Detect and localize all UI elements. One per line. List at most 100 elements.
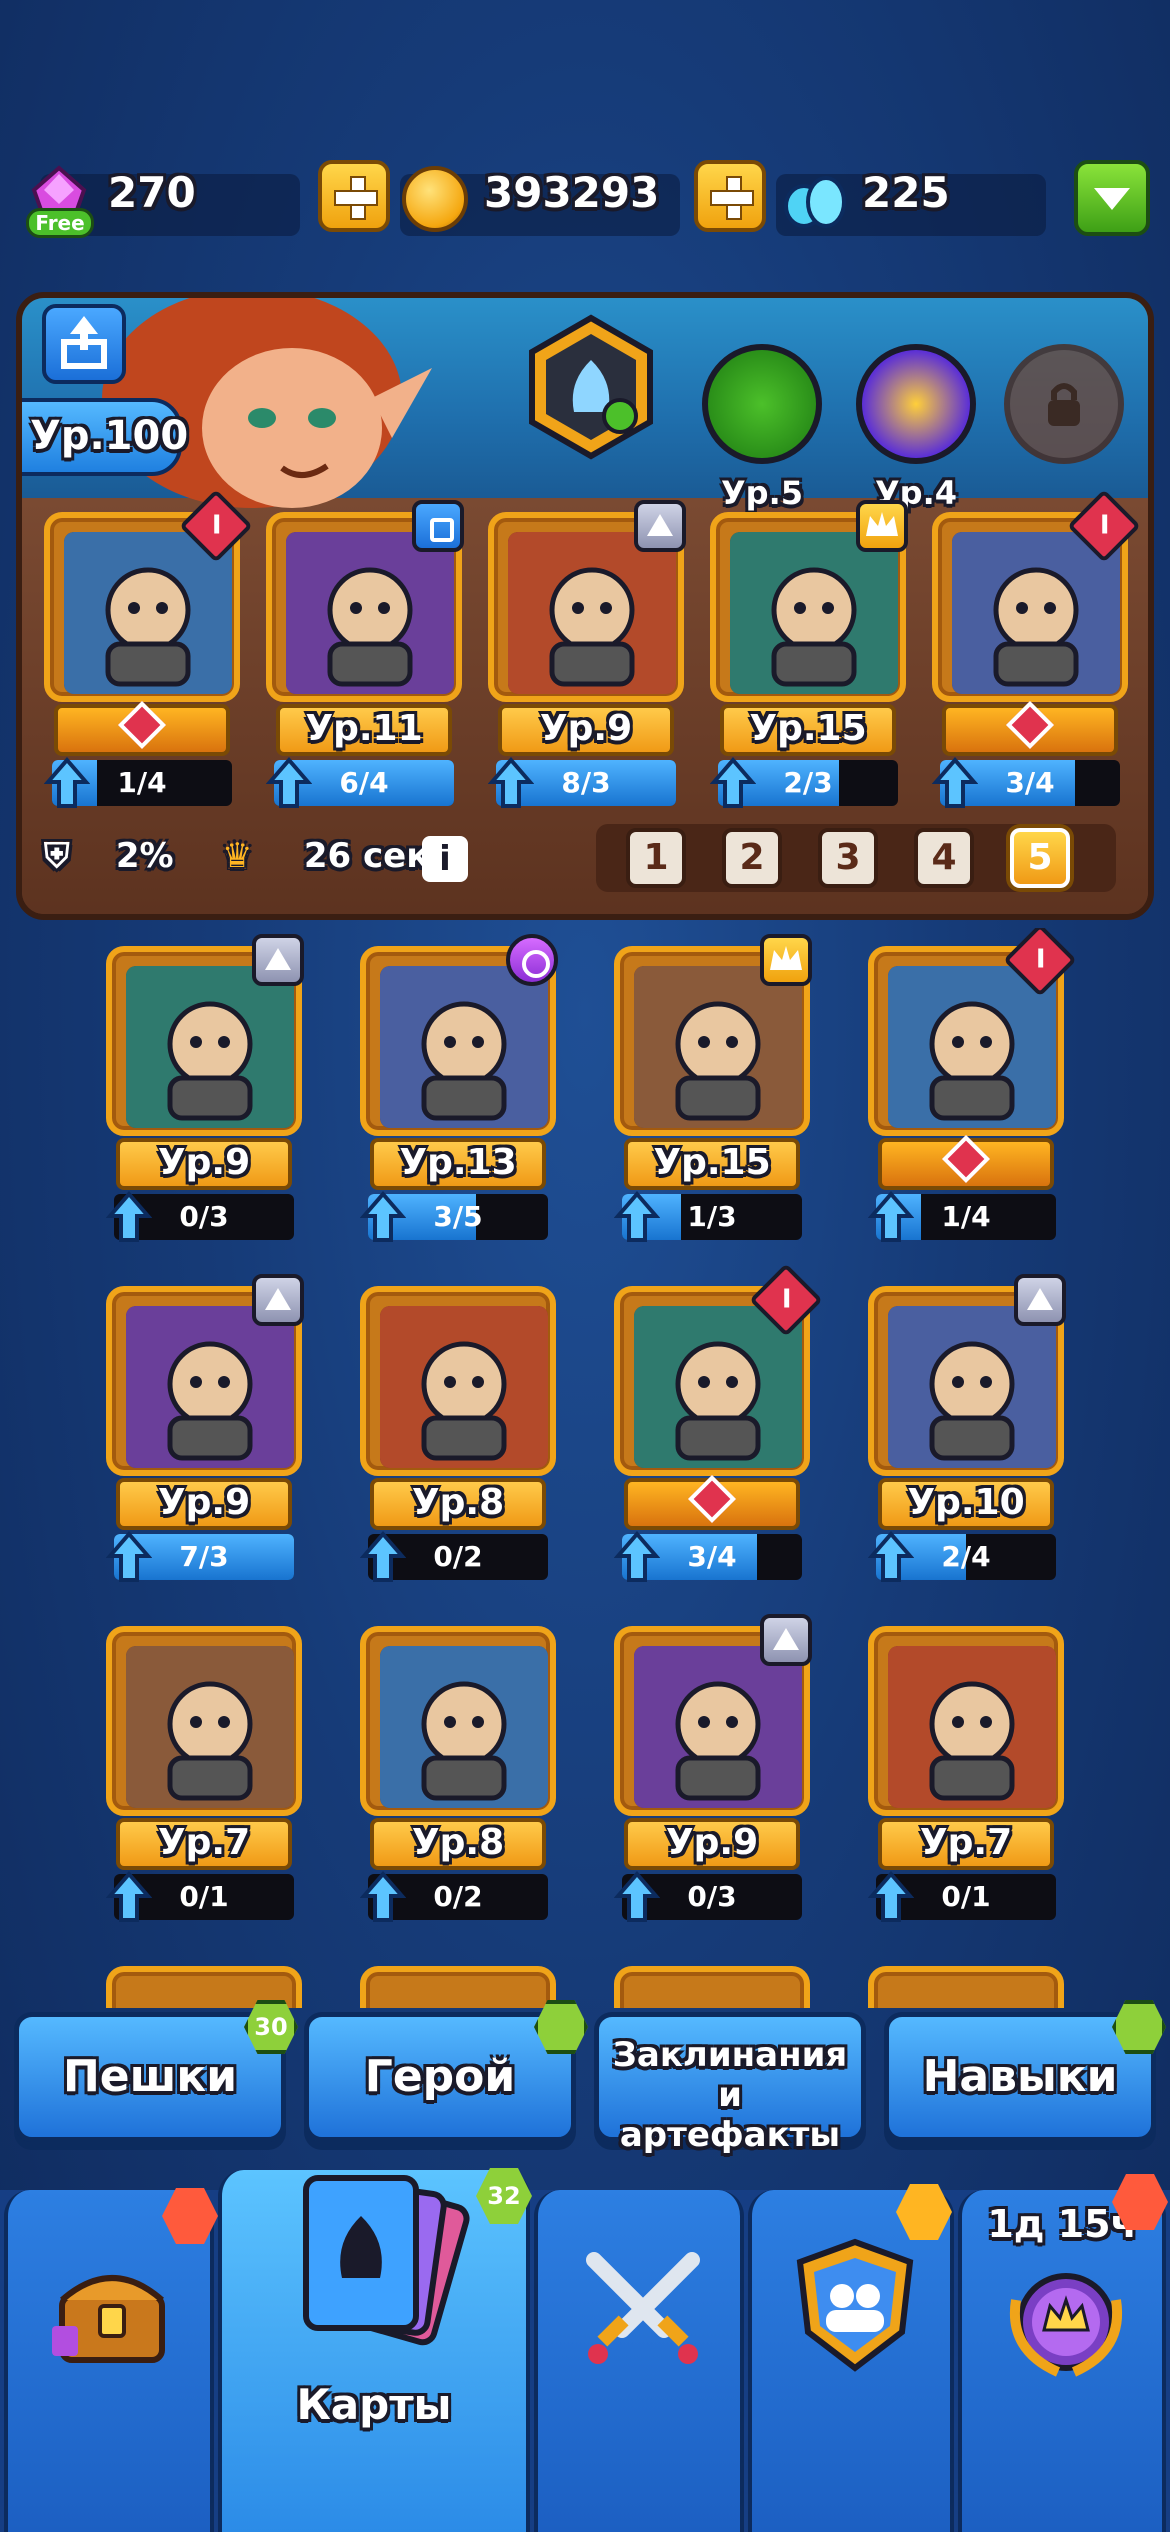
deck-page-button-4[interactable]: 4 <box>914 828 974 888</box>
unit-portrait-icon <box>730 532 898 694</box>
unit-portrait-icon <box>634 1306 802 1468</box>
upgrade-arrow-icon <box>106 1190 152 1242</box>
cards-count-badge: 32 <box>476 2168 532 2224</box>
upgrade-arrow-icon <box>106 1530 152 1582</box>
card-frame <box>360 1626 556 1816</box>
coin-icon <box>402 166 468 232</box>
player-level-badge: Ур.100 <box>22 398 188 476</box>
unit-portrait-icon <box>888 1306 1056 1468</box>
tab-skills-label: Навыки <box>922 2051 1118 2102</box>
card-frame <box>360 1286 556 1476</box>
upgrade-arrow-icon <box>868 1870 914 1922</box>
cards-icon <box>303 2175 470 2346</box>
dropdown-menu-button[interactable] <box>1074 160 1150 236</box>
card-level: Ур.9 <box>116 1138 292 1190</box>
rarity-badge-icon <box>760 1614 812 1666</box>
skill-slot-1-level: Ур.5 <box>721 474 803 512</box>
gems-value: 270 <box>108 168 196 217</box>
upgrade-arrow-icon <box>106 1870 152 1922</box>
skill-slot-1[interactable]: Ур.5 <box>702 344 822 512</box>
tab-hero[interactable]: Герой <box>304 2012 576 2142</box>
laurel-crown-icon <box>1009 2273 1123 2377</box>
bottom-navigation: 32 Карты 1д 15ч <box>0 2168 1170 2532</box>
nav-events[interactable]: 1д 15ч <box>958 2174 1168 2532</box>
free-badge[interactable]: Free <box>26 208 94 238</box>
chest-notification-icon <box>162 2188 218 2244</box>
deck-page-button-5[interactable]: 5 <box>1010 828 1070 888</box>
card-collection-grid: Ур.9 0/3 Ур.13 3/5 Ур.15 1/3 1/4 I Ур.9 7/3 Ур.8 0/… <box>0 928 1170 2008</box>
upgrade-arrow-icon <box>710 756 756 808</box>
deck-page-button-1[interactable]: 1 <box>626 828 686 888</box>
hero-ribbon-icon <box>878 1134 1054 1190</box>
rank-shield-icon: ⛨ <box>44 836 70 876</box>
collection-card-partial[interactable] <box>360 1966 556 2008</box>
upgrade-arrow-icon <box>44 756 90 808</box>
unit-portrait-icon <box>380 1306 548 1468</box>
hero-ribbon-icon <box>624 1474 800 1530</box>
eagle-icon: ♛ <box>222 836 253 876</box>
tab-pawns[interactable]: Пешки <box>14 2012 286 2142</box>
collection-card-partial[interactable] <box>868 1966 1064 2008</box>
nav-cards-label: Карты <box>296 2380 452 2429</box>
collection-card-partial[interactable] <box>614 1966 810 2008</box>
deck-page-button-2[interactable]: 2 <box>722 828 782 888</box>
nav-cards[interactable]: 32 Карты <box>218 2168 532 2532</box>
card-level: Ур.9 <box>116 1478 292 1530</box>
nav-battle[interactable] <box>534 2190 744 2532</box>
skill-slot-2[interactable]: Ур.4 <box>856 344 976 512</box>
coins-value: 393293 <box>484 168 660 217</box>
deck-percent-value: 2% <box>115 836 174 876</box>
rarity-badge-icon <box>760 934 812 986</box>
card-level: Ур.7 <box>116 1818 292 1870</box>
upgrade-arrow-icon <box>266 756 312 808</box>
nav-chest[interactable] <box>4 2188 218 2532</box>
share-deck-button[interactable] <box>42 304 126 384</box>
clan-notification-icon <box>896 2184 952 2240</box>
chest-icon <box>52 2275 165 2363</box>
unit-portrait-icon <box>634 1646 802 1808</box>
card-frame <box>106 1626 302 1816</box>
tab-hero-label: Герой <box>364 2051 516 2102</box>
unit-portrait-icon <box>380 1646 548 1808</box>
unit-portrait-icon <box>380 966 548 1128</box>
unit-portrait-icon <box>126 966 294 1128</box>
tab-spells-artifacts[interactable]: Заклинания и артефакты <box>594 2012 866 2155</box>
rarity-badge-icon <box>1014 1274 1066 1326</box>
locked-slot[interactable] <box>1004 344 1124 464</box>
card-level: Ур.8 <box>370 1478 546 1530</box>
deck-page-button-3[interactable]: 3 <box>818 828 878 888</box>
card-level: Ур.13 <box>370 1138 546 1190</box>
card-level: Ур.10 <box>878 1478 1054 1530</box>
upgrade-arrow-icon <box>614 1190 660 1242</box>
rarity-badge-icon <box>506 934 558 986</box>
upgrade-arrow-icon <box>360 1870 406 1922</box>
unit-portrait-icon <box>888 1646 1056 1808</box>
unit-portrait-icon <box>888 966 1056 1128</box>
upgrade-arrow-icon <box>868 1190 914 1242</box>
rarity-badge-icon <box>252 1274 304 1326</box>
upgrade-arrow-icon <box>488 756 534 808</box>
add-crystals-button[interactable] <box>694 160 766 232</box>
upgrade-arrow-icon <box>614 1530 660 1582</box>
add-coins-button[interactable] <box>318 160 390 232</box>
deck-footer: ⛨ 2% ♛ 26 сек. i 12345 <box>22 818 1148 908</box>
unit-portrait-icon <box>126 1646 294 1808</box>
upgrade-arrow-icon <box>932 756 978 808</box>
crossed-swords-icon <box>586 2252 700 2364</box>
hero-slot-main[interactable] <box>516 312 666 466</box>
nav-clan[interactable] <box>748 2184 954 2532</box>
tab-spells-artifacts-label: Заклинания и артефакты <box>612 2035 848 2155</box>
rarity-badge-icon <box>856 500 908 552</box>
top-resource-bar: Free 270 393293 225 <box>0 160 1170 250</box>
rarity-badge-icon <box>412 500 464 552</box>
deck-timer: ♛ 26 сек. <box>222 836 442 876</box>
clan-shield-icon <box>796 2238 914 2372</box>
crystal-drops-icon <box>784 176 846 228</box>
hero-ribbon-icon <box>942 700 1118 756</box>
card-level: Ур.8 <box>370 1818 546 1870</box>
card-level: Ур.7 <box>878 1818 1054 1870</box>
lock-icon <box>1048 383 1080 426</box>
info-button[interactable]: i <box>422 836 468 882</box>
upgrade-arrow-icon <box>614 1870 660 1922</box>
rarity-badge-icon <box>252 934 304 986</box>
